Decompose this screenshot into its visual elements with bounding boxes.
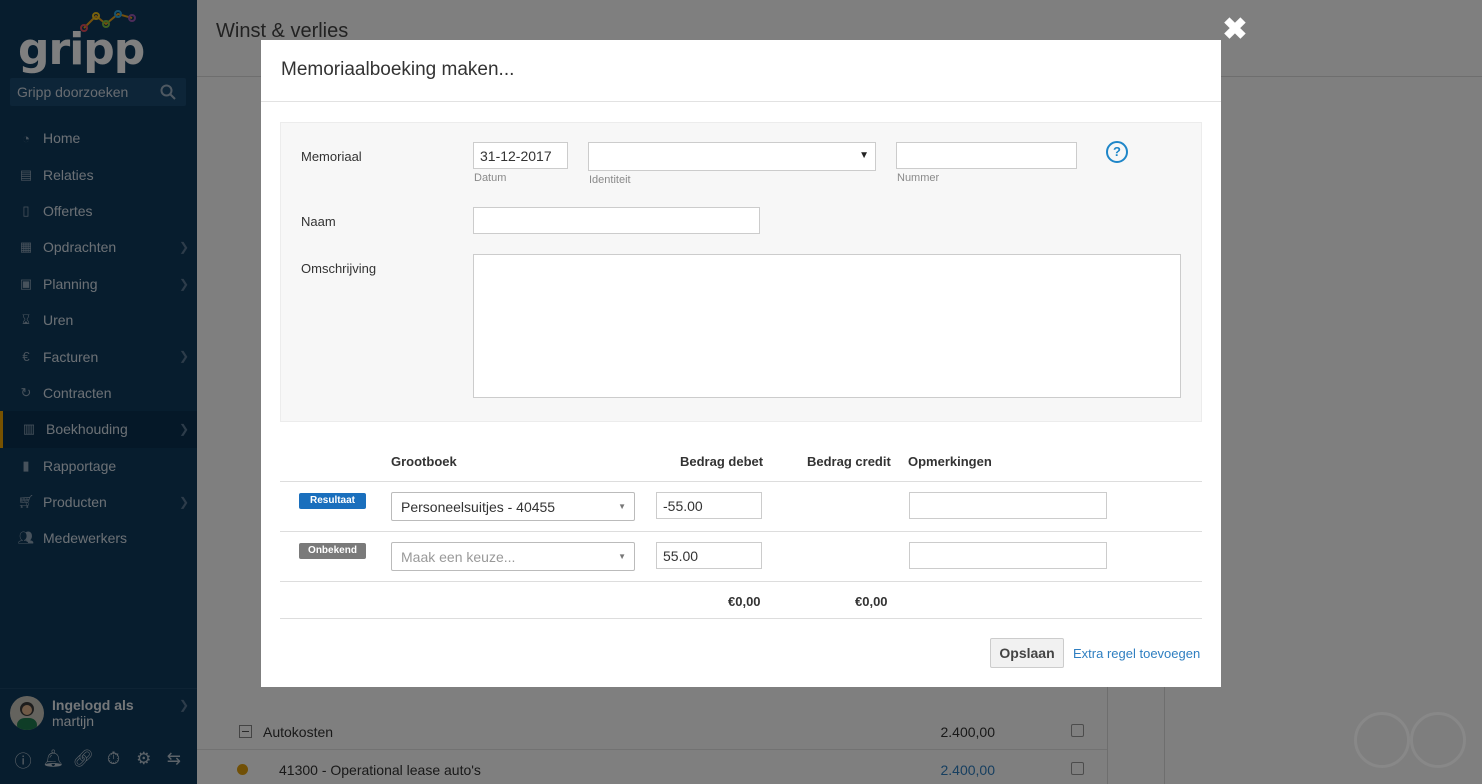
status-badge: Onbekend <box>299 543 366 559</box>
dropdown-arrow-icon: ▼ <box>618 552 626 561</box>
number-field[interactable] <box>896 142 1077 169</box>
naam-label: Naam <box>301 214 336 229</box>
table-row: Resultaat Personeelsuitjes - 40455 ▼ <box>280 482 1202 532</box>
identity-caption: Identiteit <box>589 174 631 186</box>
status-badge: Resultaat <box>299 493 366 509</box>
chat-icon[interactable] <box>1354 712 1410 768</box>
memoriaal-dialog: Memoriaalboeking maken... Memoriaal Datu… <box>261 40 1221 687</box>
date-caption: Datum <box>474 172 507 184</box>
col-opmerkingen: Opmerkingen <box>908 454 992 469</box>
debet-field[interactable] <box>656 542 762 569</box>
form-panel: Memoriaal Datum ▼ Identiteit Nummer ? Na… <box>280 122 1202 422</box>
grootboek-value: Personeelsuitjes - 40455 <box>401 499 556 515</box>
save-button[interactable]: Opslaan <box>990 638 1064 668</box>
lines-table-header: Grootboek Bedrag debet Bedrag credit Opm… <box>280 445 1202 482</box>
date-field[interactable] <box>473 142 568 169</box>
memoriaal-label: Memoriaal <box>301 149 362 164</box>
close-icon[interactable]: ✖ <box>1222 15 1248 45</box>
table-row: Onbekend Maak een keuze... ▼ <box>280 532 1202 582</box>
add-line-link[interactable]: Extra regel toevoegen <box>1073 646 1200 661</box>
omschrijving-label: Omschrijving <box>301 261 377 276</box>
dropdown-arrow-icon: ▼ <box>859 150 869 161</box>
remark-field[interactable] <box>909 542 1107 569</box>
col-debet: Bedrag debet <box>680 454 764 469</box>
remark-field[interactable] <box>909 492 1107 519</box>
total-credit: €0,00 <box>855 594 888 609</box>
help-icon[interactable]: ? <box>1106 141 1128 163</box>
grootboek-placeholder: Maak een keuze... <box>401 549 516 565</box>
name-field[interactable] <box>473 207 760 234</box>
support-icon[interactable] <box>1410 712 1466 768</box>
description-textarea[interactable] <box>473 254 1181 398</box>
debet-field[interactable] <box>656 492 762 519</box>
dialog-title: Memoriaalboeking maken... <box>261 40 1221 102</box>
totals-row: €0,00 €0,00 <box>280 582 1202 619</box>
dropdown-arrow-icon: ▼ <box>618 502 626 511</box>
col-grootboek: Grootboek <box>391 454 457 469</box>
col-credit: Bedrag credit <box>807 454 891 469</box>
number-caption: Nummer <box>897 172 940 184</box>
grootboek-select[interactable]: Maak een keuze... ▼ <box>391 542 635 571</box>
total-debet: €0,00 <box>728 594 761 609</box>
identity-select[interactable]: ▼ <box>588 142 876 171</box>
grootboek-select[interactable]: Personeelsuitjes - 40455 ▼ <box>391 492 635 521</box>
